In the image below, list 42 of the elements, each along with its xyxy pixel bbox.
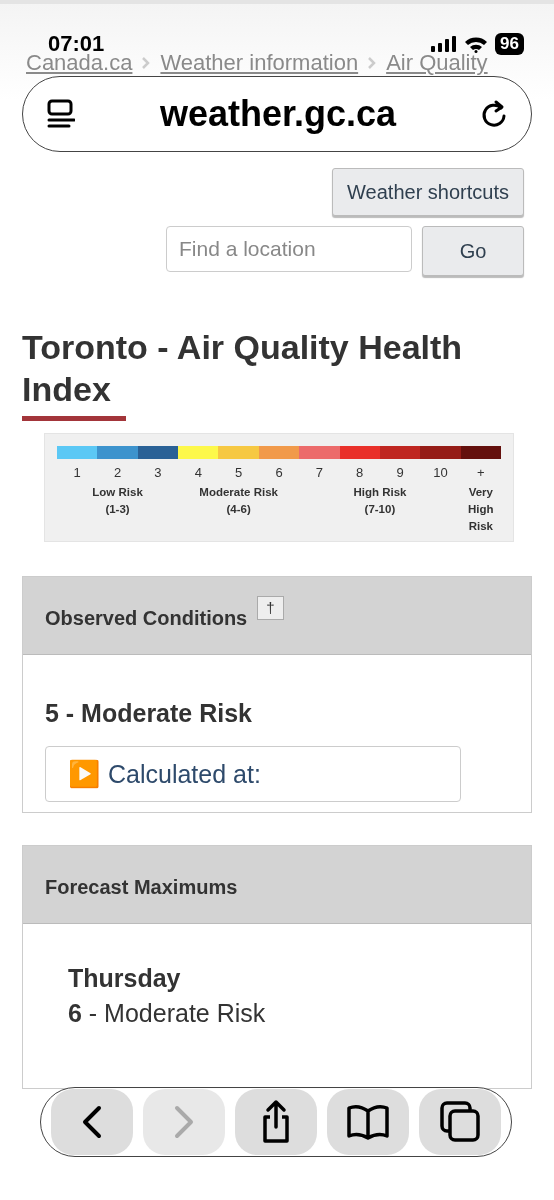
- scale-number: 5: [235, 465, 243, 480]
- scale-number: 6: [275, 465, 283, 480]
- page-title: Toronto - Air Quality Health Index: [22, 327, 464, 410]
- scale-number: 8: [356, 465, 364, 480]
- scale-number: 7: [315, 465, 323, 480]
- card-heading: Observed Conditions: [45, 607, 248, 630]
- location-search-field[interactable]: Find a location: [166, 226, 412, 272]
- url-text: weather.gc.ca: [159, 93, 397, 135]
- share-button[interactable]: [235, 1089, 317, 1155]
- risk-label: High Risk (7-10): [353, 485, 407, 517]
- chevron-icon: [142, 57, 151, 69]
- tabs-icon: [438, 1100, 482, 1144]
- back-button[interactable]: [51, 1089, 133, 1155]
- battery-level: 96: [495, 33, 524, 55]
- weather-shortcuts-button[interactable]: Weather shortcuts: [332, 168, 524, 216]
- play-icon: ▶: [68, 758, 100, 790]
- page-menu-icon: [47, 99, 75, 129]
- risk-label: Moderate Risk (4-6): [199, 485, 278, 517]
- book-icon: [346, 1102, 390, 1142]
- chevron-icon: [368, 57, 377, 69]
- risk-label: Low Risk (1-3): [92, 485, 143, 517]
- signal-icon: [431, 36, 458, 52]
- observed-value: 5 - Moderate Risk: [45, 699, 253, 728]
- card-heading: Forecast Maximums: [45, 876, 238, 899]
- scale-number: 9: [396, 465, 404, 480]
- scale-number: 10: [433, 465, 448, 480]
- scale-number: 1: [73, 465, 81, 480]
- scale-number: +: [477, 465, 485, 480]
- scale-number: 4: [194, 465, 202, 480]
- scale-number: 2: [113, 465, 122, 480]
- wifi-icon: [464, 35, 489, 53]
- tabs-button[interactable]: [419, 1089, 501, 1155]
- forecast-value: 6 - Moderate Risk: [68, 999, 267, 1028]
- bookmarks-button[interactable]: [327, 1089, 409, 1155]
- footnote-button[interactable]: †: [257, 595, 284, 620]
- risk-label: Very High Risk: [467, 485, 495, 534]
- forecast-day: Thursday: [68, 964, 486, 993]
- details-label: Calculated at:: [108, 759, 261, 789]
- details-toggle[interactable]: ▶ Calculated at:: [45, 746, 461, 802]
- scale-number: 3: [154, 465, 162, 480]
- go-button[interactable]: Go: [422, 226, 524, 276]
- address-bar[interactable]: weather.gc.ca: [22, 76, 532, 152]
